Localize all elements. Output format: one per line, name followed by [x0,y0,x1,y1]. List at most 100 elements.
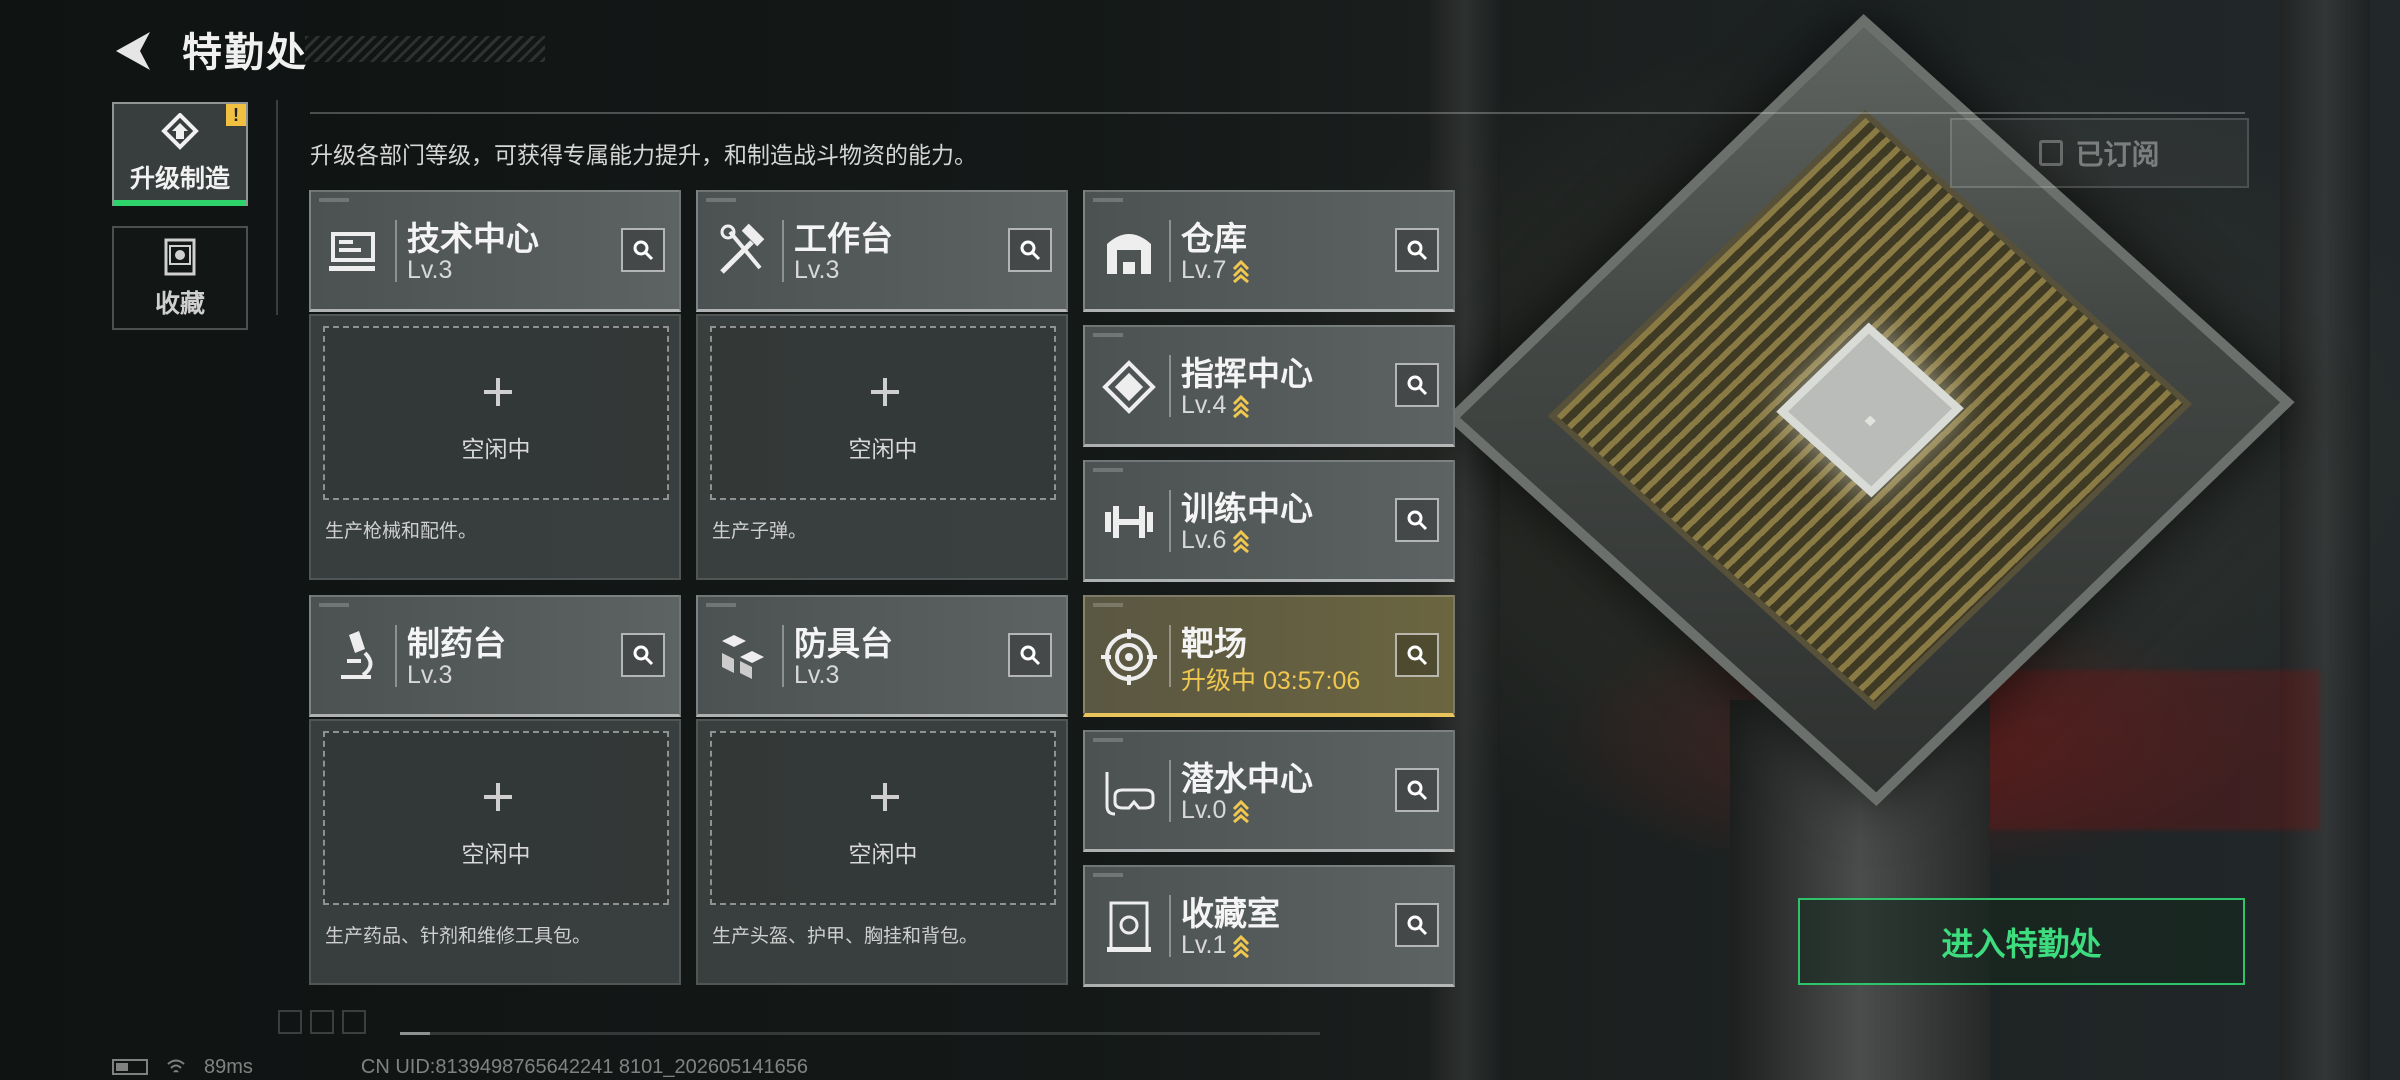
department-card-tech[interactable]: 技术中心 Lv.3 [309,190,681,312]
department-name: 技术中心 [407,220,539,257]
card-divider [395,625,397,687]
alert-badge: ! [226,104,246,126]
department-card-workbench[interactable]: 工作台 Lv.3 [696,190,1068,312]
wifi-icon [167,1059,185,1073]
search-icon[interactable] [1395,498,1439,542]
search-icon[interactable] [621,633,665,677]
department-card-training[interactable]: 训练中心 Lv.6 [1083,460,1455,582]
search-icon[interactable] [1395,228,1439,272]
search-icon[interactable] [1395,363,1439,407]
slot-status: 空闲中 [461,436,531,462]
subscribe-label: 已订阅 [2075,139,2160,170]
department-name: 靶场 [1181,625,1247,662]
search-icon[interactable] [1008,228,1052,272]
cubes-icon [722,635,764,679]
card-corner-mark [1093,603,1123,607]
upgrade-available-icon [1233,934,1250,958]
department-card-warehouse[interactable]: 仓库 Lv.7 [1083,190,1455,312]
department-card-range[interactable]: 靶场 升级中 03:57:06 [1083,595,1455,717]
computer-icon [329,232,375,271]
card-divider [395,220,397,282]
upgrade-available-icon [1233,259,1250,283]
plus-icon [871,783,899,811]
level-text: Lv.6 [1181,526,1227,554]
level-text: Lv.0 [1181,796,1227,824]
tab-upgrade-craft[interactable]: ! 升级制造 [112,102,248,206]
slot-status: 空闲中 [848,436,918,462]
level-text: Lv.1 [1181,931,1227,959]
card-divider [782,220,784,282]
department-level: Lv.3 [407,256,452,285]
dumbbell-icon [1105,506,1153,538]
card-corner-mark [1093,198,1123,202]
back-arrow-icon[interactable] [110,28,156,74]
department-card-collection[interactable]: 收藏室 Lv.1 [1083,865,1455,987]
add-production-button[interactable]: 空闲中 [710,326,1056,500]
department-level: Lv.1 [1181,931,1250,960]
card-corner-mark [319,603,349,607]
page-indicator [278,1010,366,1034]
tab-collection[interactable]: 收藏 [112,226,248,330]
department-level: Lv.7 [1181,256,1250,285]
card-corner-mark [706,198,736,202]
plus-icon [871,378,899,406]
enter-special-ops-button[interactable]: 进入特勤处 [1798,898,2245,985]
department-card-armor[interactable]: 防具台 Lv.3 [696,595,1068,717]
page-title: 特勤处 [182,31,308,75]
ping-text: 89ms [204,1055,253,1078]
department-level: Lv.3 [794,256,839,285]
department-name: 收藏室 [1181,895,1280,932]
slot-description: 生产药品、针剂和维修工具包。 [325,926,592,947]
status-bar: 89ms CN UID:8139498765642241 8101_202605… [112,1056,808,1078]
search-icon[interactable] [1008,633,1052,677]
card-corner-mark [1093,468,1123,472]
card-corner-mark [1093,873,1123,877]
search-icon[interactable] [1395,633,1439,677]
production-slot-pharmacy: 空闲中 生产药品、针剂和维修工具包。 [309,719,681,985]
department-name: 防具台 [794,625,893,662]
lock-icon [2039,140,2064,166]
search-icon[interactable] [1395,768,1439,812]
department-card-command[interactable]: 指挥中心 Lv.4 [1083,325,1455,447]
slot-description: 生产枪械和配件。 [325,521,478,542]
department-level: Lv.4 [1181,391,1250,420]
scene-pillar [2280,0,2370,1080]
department-name: 指挥中心 [1181,355,1313,392]
microscope-icon [341,631,373,679]
department-card-diving[interactable]: 潜水中心 Lv.0 [1083,730,1455,852]
add-production-button[interactable]: 空闲中 [323,326,669,500]
enter-button-label: 进入特勤处 [1941,925,2102,962]
subscribe-button[interactable]: 已订阅 [1950,118,2249,188]
level-text: Lv.3 [794,661,840,689]
department-card-pharmacy[interactable]: 制药台 Lv.3 [309,595,681,717]
level-text: Lv.3 [407,256,453,284]
production-slot-workbench: 空闲中 生产子弹。 [696,314,1068,580]
collection-room-icon [1107,901,1151,952]
upgrade-timer: 升级中 03:57:06 [1181,667,1361,695]
add-production-button[interactable]: 空闲中 [710,731,1056,905]
card-divider [782,625,784,687]
header-divider [310,112,2245,114]
department-name: 潜水中心 [1181,760,1313,797]
department-level: Lv.3 [794,661,839,690]
level-text: Lv.3 [407,661,453,689]
search-icon[interactable] [1395,903,1439,947]
search-icon[interactable] [621,228,665,272]
plus-icon [484,783,512,811]
department-name: 训练中心 [1181,490,1313,527]
uid-text: CN UID:8139498765642241 8101_20260514165… [360,1055,808,1078]
card-corner-mark [1093,333,1123,337]
collection-box-icon [164,238,196,276]
card-divider [1169,760,1171,822]
add-production-button[interactable]: 空闲中 [323,731,669,905]
slot-description: 生产头盔、护甲、胸挂和背包。 [712,926,979,947]
upgrade-craft-icon [161,113,199,150]
department-name: 仓库 [1181,220,1247,257]
department-level: Lv.0 [1181,796,1250,825]
level-text: Lv.4 [1181,391,1227,419]
command-chip-icon [1102,360,1156,414]
card-divider [1169,625,1171,687]
level-text: Lv.7 [1181,256,1227,284]
production-slot-armor: 空闲中 生产头盔、护甲、胸挂和背包。 [696,719,1068,985]
plus-icon [484,378,512,406]
